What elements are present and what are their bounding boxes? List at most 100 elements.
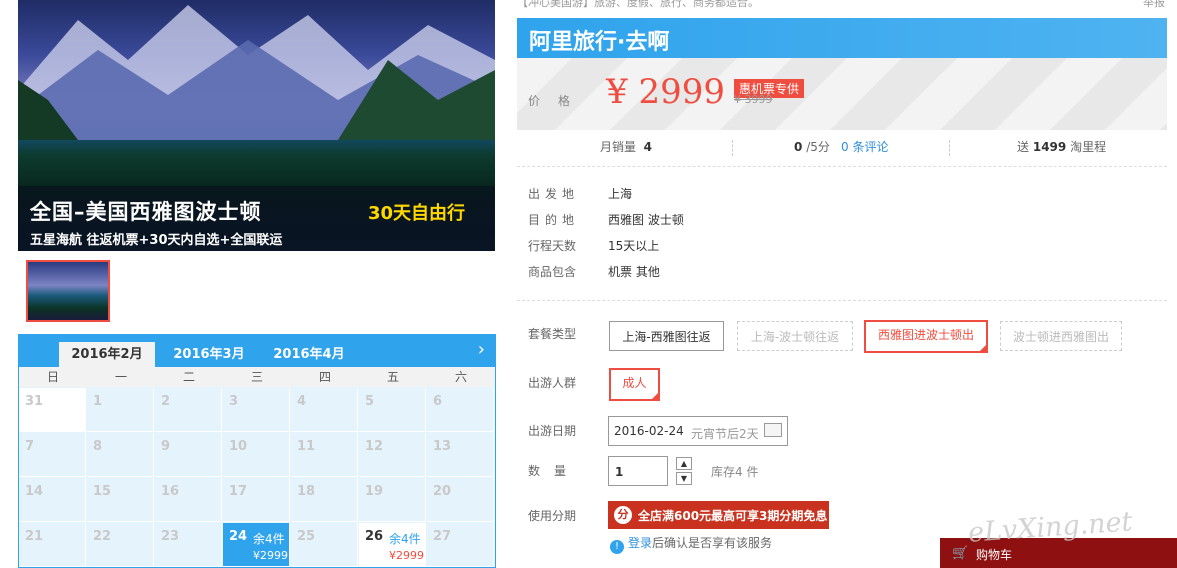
date-value: 2016-02-24: [614, 424, 684, 438]
weekday-label: 一: [114, 370, 127, 384]
date-note: 元宵节后2天: [691, 427, 759, 441]
decrease-arrow-icon[interactable]: ▼: [676, 472, 692, 485]
rating: 0 /5分: [794, 140, 830, 154]
day-price: ¥2999: [253, 549, 288, 562]
brand-name: 阿里旅行·去啊: [529, 30, 670, 55]
hero-image[interactable]: 全国–美国西雅图波士顿 30天自由行 五星海航 往返机票+30天内自选+全国联运: [18, 0, 495, 251]
cart-label: 购物车: [976, 548, 1013, 562]
days-label: 行程天数: [528, 239, 577, 253]
calendar-day: 17: [223, 478, 290, 522]
calendar-day: 1: [87, 388, 154, 432]
calendar-day: 13: [427, 433, 494, 477]
weekday-label: 二: [182, 370, 195, 384]
calendar-day: 14: [19, 478, 86, 522]
weekday-row: 日 一 二 三 四 五 六: [19, 367, 495, 387]
tab-month-feb[interactable]: 2016年2月: [59, 342, 155, 367]
calendar-day: 9: [155, 433, 222, 477]
weekday-label: 日: [46, 370, 59, 384]
login-notice: ! 登录后确认是否享有该服务: [610, 534, 772, 554]
cart-icon: 🛒: [952, 546, 969, 561]
package-option-2[interactable]: 上海-波士顿往返: [737, 321, 853, 351]
quantity-input[interactable]: 1: [608, 456, 668, 486]
weekday-label: 四: [318, 370, 331, 384]
calendar-day: 4: [291, 388, 358, 432]
calendar-day: 22: [87, 523, 154, 567]
chevron-right-icon[interactable]: ›: [478, 339, 485, 360]
reviews-link[interactable]: 0 条评论: [841, 138, 888, 155]
quantity-label: 数量: [528, 464, 581, 478]
package-option-1[interactable]: 上海-西雅图往返: [609, 321, 724, 351]
monthly-sales: 月销量 4: [600, 140, 653, 154]
calendar-day: 6: [427, 388, 494, 432]
calendar-day: 10: [223, 433, 290, 477]
days-value: 15天以上: [608, 239, 660, 253]
info-icon: !: [610, 540, 624, 554]
hero-subtitle: 五星海航 往返机票+30天内自选+全国联运: [30, 233, 283, 248]
brand-banner: 阿里旅行·去啊: [517, 18, 1167, 58]
price-value: ¥ 2999: [606, 72, 725, 112]
weekday-label: 五: [386, 370, 399, 384]
departure-value: 上海: [608, 187, 633, 201]
hero-title-highlight: 30天自由行: [368, 203, 466, 224]
calendar-icon[interactable]: [764, 423, 782, 437]
hero-title: 全国–美国西雅图波士顿: [30, 200, 262, 224]
calendar-day: 16: [155, 478, 222, 522]
calendar-day: 15: [87, 478, 154, 522]
tab-month-mar[interactable]: 2016年3月: [163, 342, 255, 367]
departure-label: 出发地: [528, 187, 580, 201]
login-link[interactable]: 登录: [628, 536, 652, 550]
includes-value: 机票 其他: [608, 265, 660, 279]
calendar-day: 7: [19, 433, 86, 477]
mountain-illustration: [18, 5, 495, 140]
calendar-day: 21: [19, 523, 86, 567]
destination-value: 西雅图 波士顿: [608, 213, 684, 227]
weekday-label: 六: [454, 370, 467, 384]
stock-text: 库存4 件: [711, 465, 759, 479]
date-label: 出游日期: [528, 424, 577, 438]
calendar-day: 2: [155, 388, 222, 432]
travel-date-input[interactable]: 2016-02-24 元宵节后2天: [608, 416, 788, 446]
stats-bar: 月销量 4 0 /5分 0 条评论 送 1499 淘里程: [517, 130, 1167, 167]
package-option-4[interactable]: 波士顿进西雅图出: [1000, 321, 1122, 351]
price-label: 价格: [528, 94, 589, 108]
calendar-day: 31: [19, 388, 86, 432]
day-stock: 余4件: [389, 532, 421, 546]
divider: [949, 140, 951, 156]
calendar-day: 20: [427, 478, 494, 522]
divider: [732, 140, 734, 156]
destination-label: 目的地: [528, 213, 580, 227]
thumbnail-image[interactable]: [26, 260, 110, 322]
includes-label: 商品包含: [528, 265, 577, 279]
report-link[interactable]: 举报: [1143, 0, 1165, 10]
calendar-day: 19: [359, 478, 426, 522]
original-price: ¥ 3999: [734, 93, 773, 106]
weekday-label: 三: [250, 370, 263, 384]
traveler-label: 出游人群: [528, 376, 577, 390]
installment-label: 使用分期: [528, 509, 577, 523]
calendar-day: 3: [223, 388, 290, 432]
tab-month-apr[interactable]: 2016年4月: [263, 342, 355, 367]
calendar-day: 18: [291, 478, 358, 522]
calendar-day: 27: [427, 523, 494, 567]
traveler-option-adult[interactable]: 成人: [609, 368, 660, 401]
calendar-day-selected[interactable]: 24 余4件 ¥2999: [223, 523, 290, 567]
calendar-day: 23: [155, 523, 222, 567]
calendar-header: 2016年2月 2016年3月 2016年4月 ›: [19, 335, 495, 367]
calendar-day: 8: [87, 433, 154, 477]
price-calendar: 2016年2月 2016年3月 2016年4月 › 日 一 二 三 四 五 六 …: [18, 334, 496, 568]
mileage: 送 1499 淘里程: [1017, 140, 1107, 154]
calendar-day: 5: [359, 388, 426, 432]
package-option-3[interactable]: 西雅图进波士顿出: [864, 320, 988, 353]
calendar-day-available[interactable]: 26 余4件 ¥2999: [359, 523, 426, 567]
package-label: 套餐类型: [528, 327, 577, 341]
day-price: ¥2999: [389, 549, 424, 562]
installment-promo[interactable]: 分 全店满600元最高可享3期分期免息: [608, 501, 829, 529]
increase-arrow-icon[interactable]: ▲: [676, 457, 692, 470]
installment-icon: 分: [614, 506, 632, 524]
calendar-day: 25: [291, 523, 358, 567]
calendar-day: 12: [359, 433, 426, 477]
calendar-day: 11: [291, 433, 358, 477]
product-tagline: 【冲心美国游】旅游、度假、旅行、商务都适合。: [517, 0, 759, 9]
day-stock: 余4件: [253, 532, 285, 546]
section-divider: [517, 300, 1167, 301]
